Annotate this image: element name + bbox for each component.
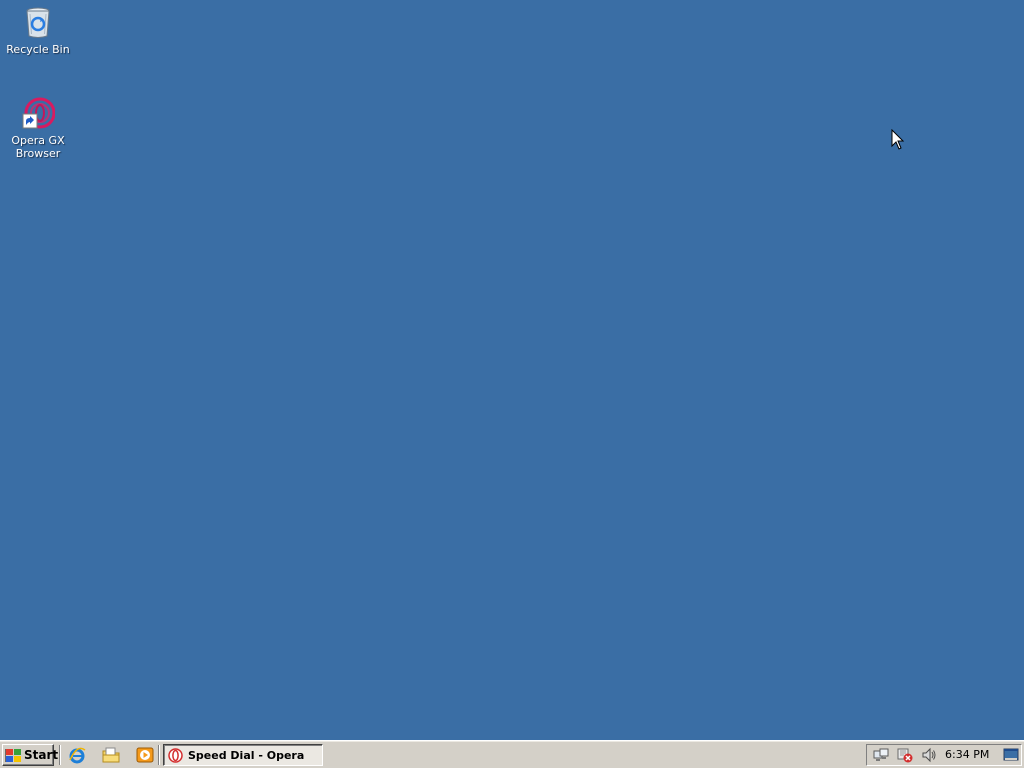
start-label: Start: [24, 748, 59, 762]
desktop[interactable]: Recycle Bin Opera GX Browser: [0, 0, 1024, 740]
windows-logo-icon: [4, 748, 22, 763]
windows-explorer-icon[interactable]: [102, 746, 120, 764]
media-player-icon[interactable]: [136, 746, 154, 764]
desktop-icon-recycle-bin[interactable]: Recycle Bin: [2, 6, 74, 56]
task-button-speed-dial-opera[interactable]: Speed Dial - Opera: [163, 744, 323, 766]
network-icon[interactable]: [873, 747, 889, 763]
recycle-bin-icon: [21, 6, 55, 40]
show-desktop-icon[interactable]: [1003, 747, 1019, 763]
mouse-cursor-icon: [891, 128, 905, 151]
task-button-label: Speed Dial - Opera: [188, 748, 305, 762]
desktop-icon-label: Recycle Bin: [6, 43, 70, 56]
taskbar-separator: [59, 745, 61, 765]
opera-icon: [168, 747, 183, 763]
desktop-icon-opera-gx[interactable]: Opera GX Browser: [2, 97, 74, 160]
security-alert-icon[interactable]: [897, 747, 913, 763]
internet-explorer-icon[interactable]: [68, 746, 86, 764]
taskbar-separator: [158, 745, 160, 765]
taskbar-clock[interactable]: 6:34 PM: [945, 745, 989, 765]
desktop-icon-label: Opera GX Browser: [11, 134, 65, 160]
taskbar: Start Speed Dial - Opera 6:34 PM: [0, 740, 1024, 768]
system-tray: 6:34 PM: [866, 744, 1022, 766]
start-button[interactable]: Start: [2, 744, 58, 766]
opera-gx-icon: [21, 97, 56, 131]
volume-icon[interactable]: [921, 747, 937, 763]
